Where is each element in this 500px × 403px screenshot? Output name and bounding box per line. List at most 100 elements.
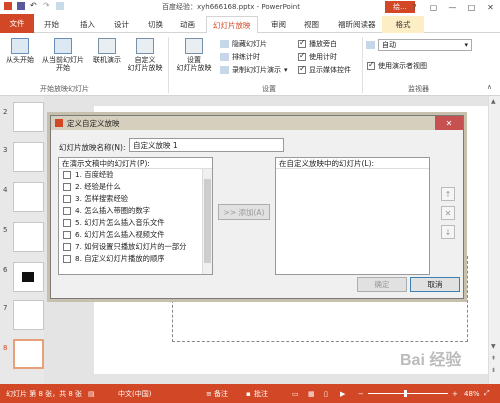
slide-checkbox[interactable] — [63, 183, 71, 191]
online-present-button[interactable]: 联机演示 — [90, 38, 124, 64]
play-narration-check[interactable] — [298, 38, 306, 48]
slide-checkbox[interactable] — [63, 231, 71, 239]
monitor-select[interactable]: 自动 ▾ — [378, 39, 472, 51]
language-status[interactable]: 中文(中国) — [118, 389, 151, 399]
save-icon[interactable] — [17, 2, 25, 10]
list-item[interactable]: 3. 怎样搜索经验 — [59, 193, 212, 205]
scrollbar-thumb[interactable] — [204, 179, 211, 263]
redo-icon[interactable]: ↷ — [43, 2, 51, 10]
slide-sorter-icon[interactable]: ▦ — [308, 390, 315, 398]
list-item[interactable]: 6. 幻灯片怎么插入视频文件 — [59, 229, 212, 241]
slide-checkbox[interactable] — [63, 255, 71, 263]
list-scrollbar[interactable] — [202, 169, 212, 274]
tab-review[interactable]: 审阅 — [265, 16, 292, 33]
list-item[interactable]: 1. 百度经验 — [59, 169, 212, 181]
record-slideshow-button[interactable]: 录制幻灯片演示 ▾ — [220, 65, 288, 75]
tab-transitions[interactable]: 切换 — [142, 16, 169, 33]
slide-checkbox[interactable] — [63, 207, 71, 215]
list-item[interactable]: 5. 幻灯片怎么插入音乐文件 — [59, 217, 212, 229]
custom-show-slides-list[interactable]: 在自定义放映中的幻灯片(L): — [275, 157, 430, 275]
slide-checkbox[interactable] — [63, 219, 71, 227]
slide-number: 2 — [3, 108, 8, 116]
comments-button[interactable]: 批注 — [254, 389, 268, 399]
from-beginning-button[interactable]: 从头开始 — [4, 38, 36, 64]
ok-button[interactable]: 确定 — [357, 277, 407, 292]
zoom-level[interactable]: 48% — [464, 390, 480, 398]
slide-thumbnail[interactable] — [13, 182, 44, 212]
reading-view-icon[interactable]: ▯ — [324, 390, 328, 398]
available-slides-list[interactable]: 在演示文稿中的幻灯片(P): 1. 百度经验 2. 经验是什么 3. 怎样搜索经… — [58, 157, 213, 275]
remove-icon[interactable]: ✕ — [441, 206, 455, 220]
zoom-in-icon[interactable]: + — [452, 390, 458, 398]
show-media-check[interactable] — [298, 64, 306, 74]
list-item[interactable]: 8. 自定义幻灯片播放的顺序 — [59, 253, 212, 265]
zoom-slider-thumb[interactable] — [404, 390, 407, 397]
tab-design[interactable]: 设计 — [108, 16, 135, 33]
scroll-down-icon[interactable]: ▼ — [491, 343, 496, 350]
notes-icon[interactable]: ≡ — [206, 390, 212, 398]
setup-slideshow-button[interactable]: 设置 幻灯片放映 — [172, 38, 216, 72]
show-name-input[interactable]: 自定义放映 1 — [129, 138, 284, 152]
tab-view[interactable]: 视图 — [298, 16, 325, 33]
slide-checkbox[interactable] — [63, 195, 71, 203]
tab-file[interactable]: 文件 — [0, 14, 34, 33]
slide-checkbox[interactable] — [63, 243, 71, 251]
zoom-out-icon[interactable]: − — [358, 390, 364, 398]
tab-animations[interactable]: 动画 — [174, 16, 201, 33]
maximize-button[interactable]: □ — [462, 0, 481, 14]
notes-button[interactable]: 备注 — [214, 389, 228, 399]
next-slide-icon[interactable]: ⇟ — [491, 367, 496, 374]
presenter-view-checkbox[interactable]: 使用演示者视图 — [367, 60, 427, 71]
cancel-button[interactable]: 取消 — [410, 277, 460, 292]
show-media-controls-checkbox[interactable]: 显示媒体控件 — [298, 64, 351, 75]
list-item[interactable]: 4. 怎么插入带圈的数字 — [59, 205, 212, 217]
dialog-close-button[interactable]: ✕ — [435, 116, 463, 130]
tab-slide-show[interactable]: 幻灯片放映 — [206, 16, 258, 33]
tab-insert[interactable]: 插入 — [74, 16, 101, 33]
group-label-setup: 设置 — [262, 85, 276, 93]
from-current-button[interactable]: 从当前幻灯片 开始 — [38, 38, 88, 72]
slide-thumbnail-selected[interactable] — [13, 339, 44, 369]
tab-format[interactable]: 格式 — [382, 16, 424, 33]
move-down-icon[interactable]: ↓ — [441, 225, 455, 239]
slide-checkbox[interactable] — [63, 171, 71, 179]
ribbon-display-button[interactable]: ▢ — [424, 0, 443, 14]
slide-thumbnail[interactable] — [13, 300, 44, 330]
collapse-ribbon-icon[interactable]: ∧ — [487, 83, 492, 91]
previous-slide-icon[interactable]: ⇞ — [491, 355, 496, 362]
play-narration-checkbox[interactable]: 播放旁白 — [298, 38, 337, 49]
spellcheck-icon[interactable]: ▤ — [88, 390, 95, 398]
list-item[interactable]: 2. 经验是什么 — [59, 181, 212, 193]
slide-thumbnail[interactable] — [13, 262, 44, 292]
comments-icon[interactable]: ▪ — [246, 390, 251, 398]
list-item-label: 6. 幻灯片怎么插入视频文件 — [75, 230, 165, 239]
help-button[interactable]: ? — [405, 0, 424, 14]
list-item[interactable]: 7. 如何设置只播放幻灯片的一部分 — [59, 241, 212, 253]
rehearse-timings-button[interactable]: 排练计时 — [220, 52, 260, 62]
slide-thumbnail[interactable] — [13, 222, 44, 252]
use-timings-checkbox[interactable]: 使用计时 — [298, 51, 337, 62]
slideshow-current-icon — [54, 38, 72, 54]
move-up-icon[interactable]: ↑ — [441, 187, 455, 201]
fit-to-window-icon[interactable]: ⤢ — [484, 389, 490, 398]
dialog-title-bar[interactable]: 定义自定义放映 — [51, 116, 463, 130]
use-timings-check[interactable] — [298, 51, 306, 61]
tab-foxit-reader[interactable]: 福昕阅读器 — [332, 16, 382, 33]
add-button[interactable]: >> 添加(A) — [218, 204, 270, 220]
minimize-button[interactable]: — — [443, 0, 462, 14]
undo-icon[interactable]: ↶ — [30, 2, 38, 10]
custom-slideshow-button[interactable]: 自定义 幻灯片放映 — [126, 38, 164, 72]
window-controls: ? ▢ — □ ✕ — [405, 0, 500, 14]
slide-thumbnail[interactable] — [13, 102, 44, 132]
hide-slide-button[interactable]: 隐藏幻灯片 — [220, 39, 267, 49]
presenter-view-check[interactable] — [367, 60, 375, 70]
tab-home[interactable]: 开始 — [38, 16, 65, 33]
close-window-button[interactable]: ✕ — [481, 0, 500, 14]
scroll-up-icon[interactable]: ▲ — [491, 98, 496, 105]
slideshow-view-icon[interactable]: ▶ — [340, 390, 345, 398]
zoom-slider[interactable] — [368, 393, 448, 394]
vertical-scrollbar[interactable]: ▲ ▼ ⇞ ⇟ — [488, 96, 500, 384]
slide-thumbnail[interactable] — [13, 142, 44, 172]
start-from-beginning-icon[interactable] — [56, 2, 64, 10]
normal-view-icon[interactable]: ▭ — [292, 390, 299, 398]
